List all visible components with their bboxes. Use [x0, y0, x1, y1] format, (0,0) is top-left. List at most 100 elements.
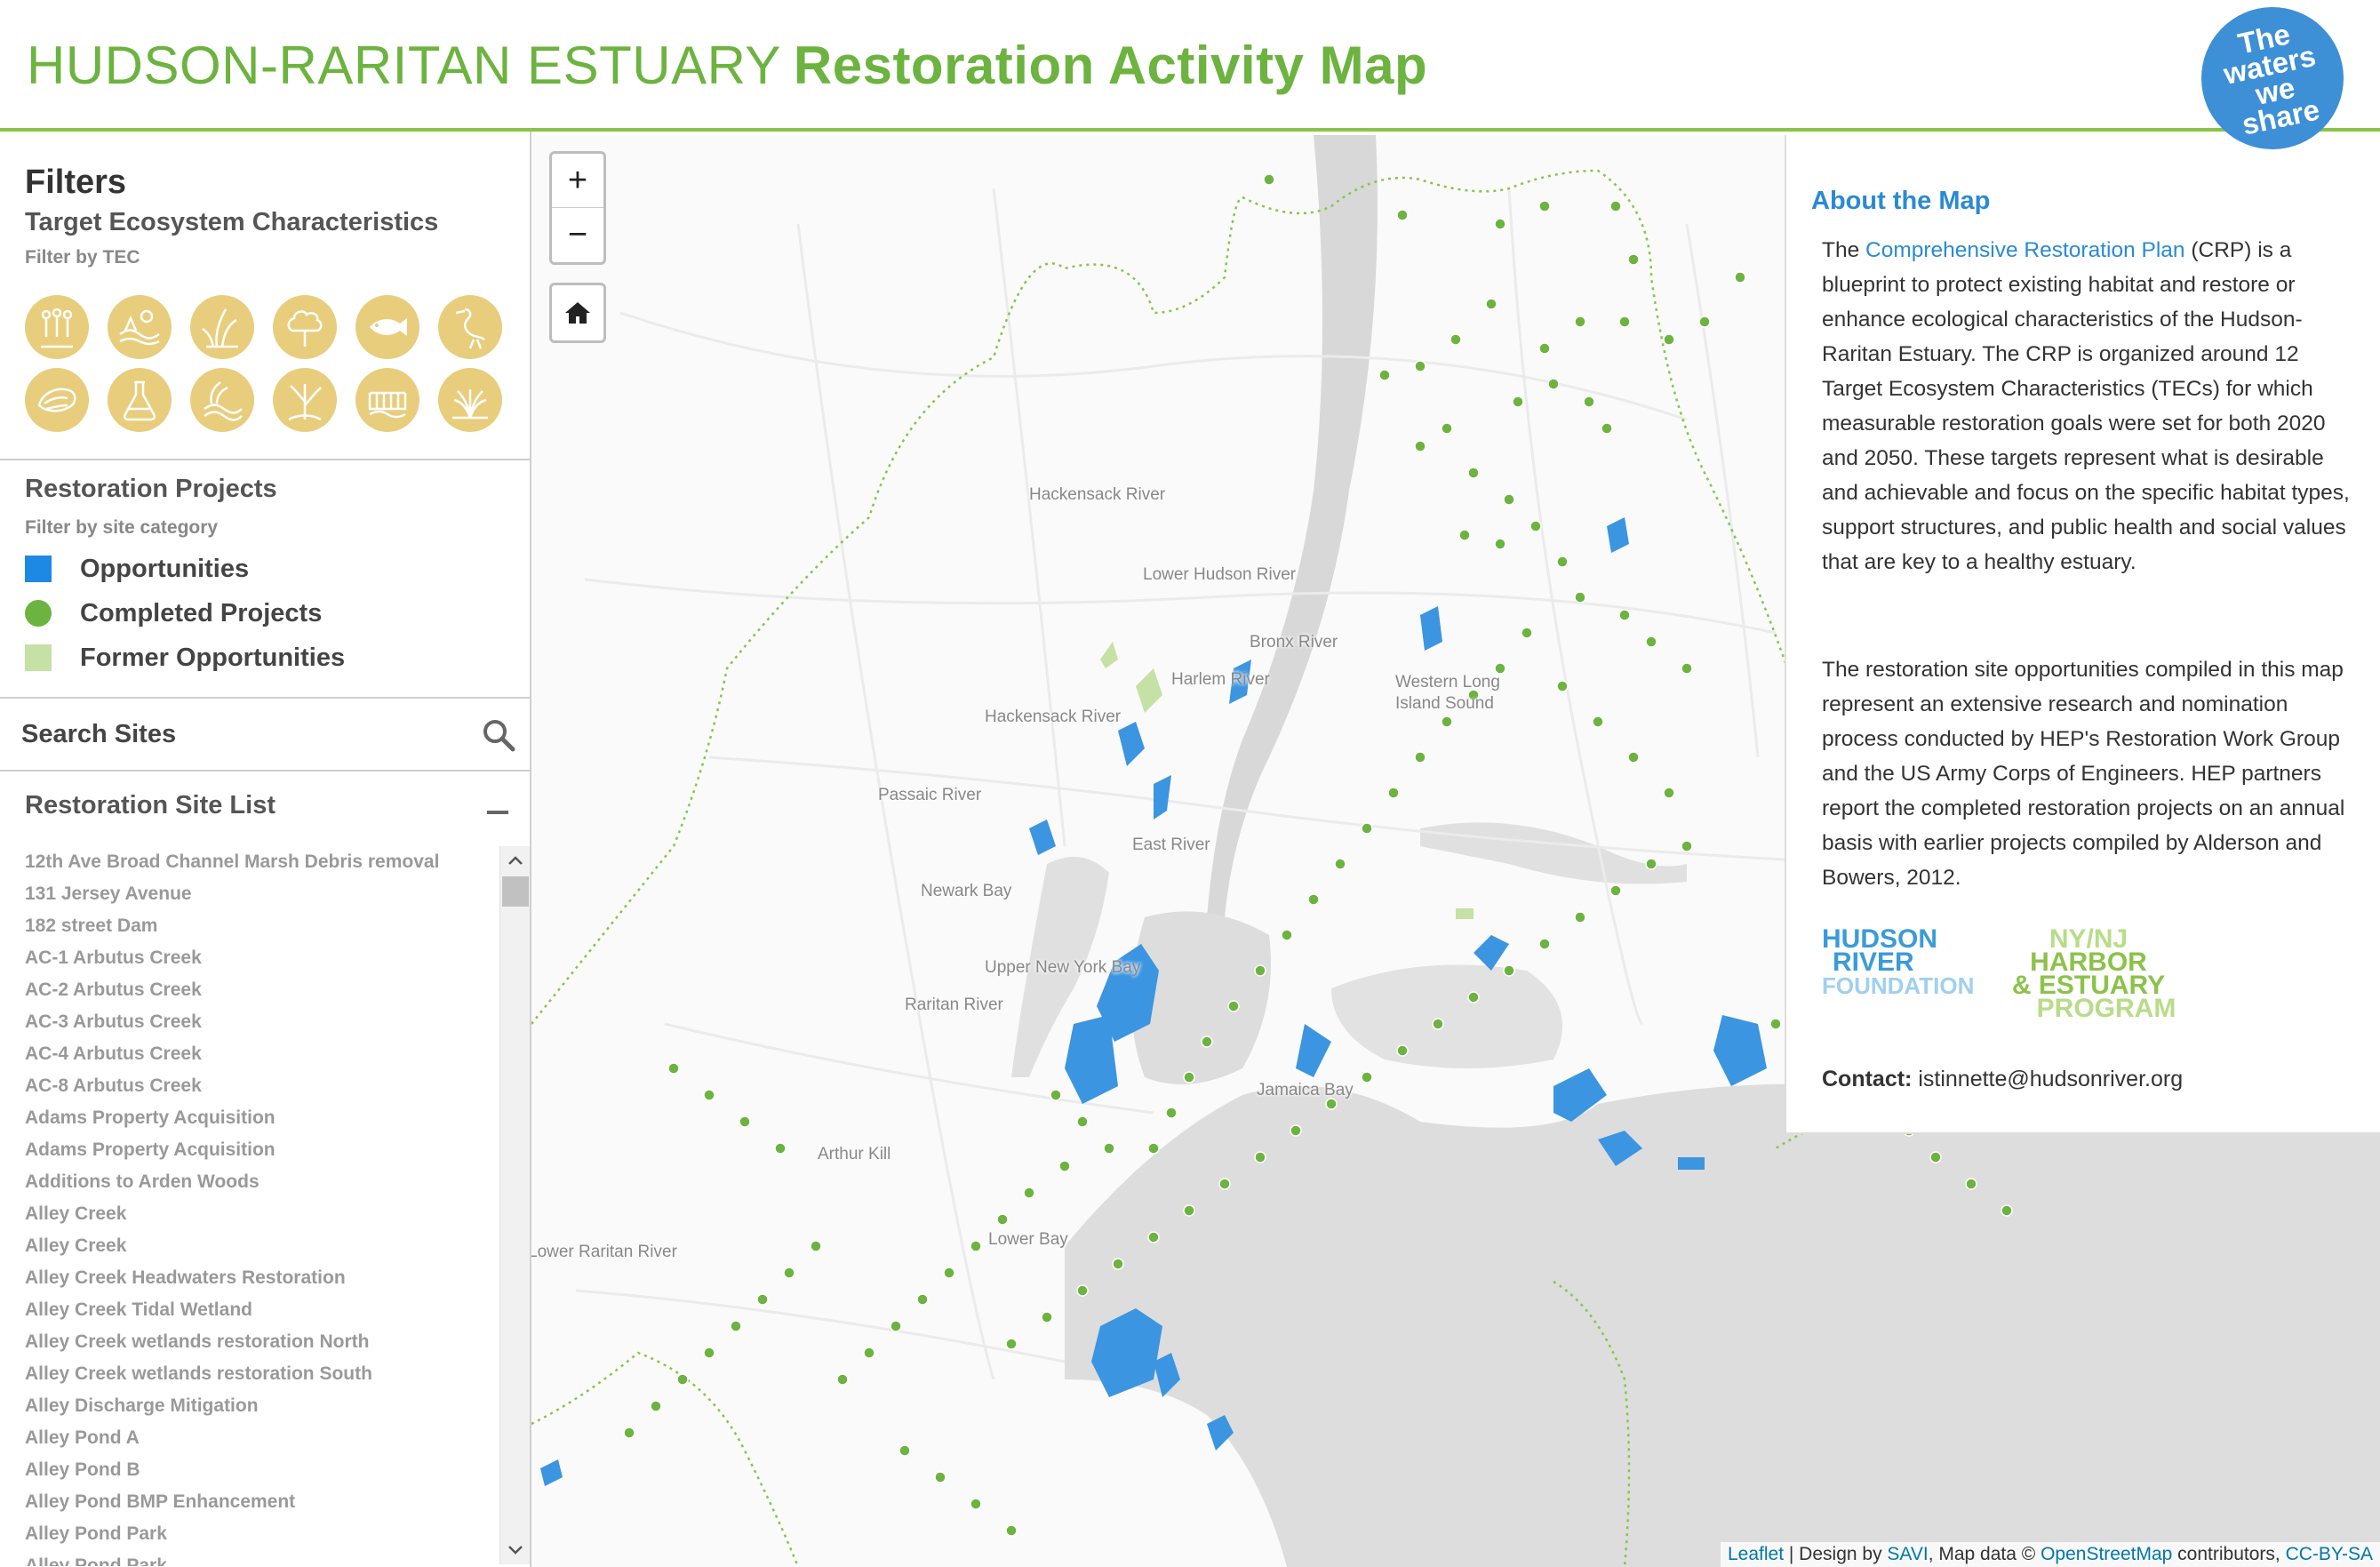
map-label: Lower Hudson River	[1143, 565, 1297, 584]
map-label: Newark Bay	[921, 882, 1012, 900]
leaflet-link[interactable]: Leaflet	[1728, 1544, 1784, 1564]
scroll-up-arrow-icon[interactable]	[500, 846, 530, 875]
site-list-item[interactable]: 182 street Dam	[25, 910, 496, 942]
site-list-item[interactable]: Alley Creek wetlands restoration South	[25, 1358, 496, 1390]
site-list-item[interactable]: Alley Pond BMP Enhancement	[25, 1486, 496, 1518]
site-list-item[interactable]: Alley Creek	[25, 1198, 496, 1230]
license-link[interactable]: CC-BY-SA	[2286, 1544, 2373, 1564]
site-list-item[interactable]: Additions to Arden Woods	[25, 1166, 496, 1198]
scroll-thumb[interactable]	[502, 876, 529, 907]
legend-label: Former Opportunities	[80, 643, 346, 672]
osm-link[interactable]: OpenStreetMap	[2041, 1544, 2172, 1564]
site-list-item[interactable]: Alley Pond Park	[25, 1550, 496, 1566]
page-title-light: HUDSON-RARITAN ESTUARY	[27, 36, 781, 95]
map-label: Bronx River	[1250, 633, 1338, 652]
fish-icon[interactable]	[355, 295, 419, 359]
logo-line: PROGRAM	[2036, 994, 2176, 1023]
restoration-projects-subtitle: Filter by site category	[25, 517, 219, 538]
page-title: HUDSON-RARITAN ESTUARY Restoration Activi…	[27, 34, 1427, 98]
map-label: Harlem River	[1171, 670, 1270, 689]
collapse-list-button[interactable]	[487, 811, 508, 814]
legend-completed-projects[interactable]: Completed Projects	[25, 597, 322, 629]
tec-subtitle: Filter by TEC	[25, 247, 140, 268]
site-list-item[interactable]: Alley Pond B	[25, 1454, 496, 1486]
bulkhead-shoreline-icon[interactable]	[355, 368, 419, 432]
heron-bird-icon[interactable]	[438, 295, 502, 359]
map-label: Arthur Kill	[818, 1145, 891, 1163]
site-list-title: Restoration Site List	[25, 791, 276, 819]
tec-filter-grid	[25, 295, 505, 432]
attribution-text: | Design by	[1784, 1544, 1888, 1564]
search-input[interactable]	[20, 709, 467, 759]
site-list-item[interactable]: 12th Ave Broad Channel Marsh Debris remo…	[25, 846, 496, 878]
contact: Contact: istinnette@hudsonriver.org	[1822, 1067, 2183, 1092]
legend-label: Opportunities	[80, 554, 250, 583]
zoom-in-button[interactable]: +	[552, 154, 603, 208]
site-list-item[interactable]: 131 Jersey Avenue	[25, 878, 496, 910]
zoom-control: + −	[549, 151, 606, 265]
coastal-habitat-icon[interactable]	[273, 368, 337, 432]
flask-icon[interactable]	[108, 368, 172, 432]
filters-sidebar: Filters Target Ecosystem Characteristics…	[0, 132, 531, 1567]
people-icon[interactable]	[25, 295, 89, 359]
wetland-grass-icon[interactable]	[190, 295, 254, 359]
eelgrass-icon[interactable]	[438, 368, 502, 432]
about-paragraph: The restoration site opportunities compi…	[1822, 658, 2345, 890]
crp-link[interactable]: Comprehensive Restoration Plan	[1865, 238, 2185, 262]
scroll-down-arrow-icon[interactable]	[500, 1536, 530, 1564]
completed-projects-swatch	[25, 600, 52, 627]
site-list-item[interactable]: Alley Creek wetlands restoration North	[25, 1326, 496, 1358]
map-label: Passaic River	[878, 786, 982, 804]
contact-label: Contact:	[1822, 1067, 1913, 1091]
oyster-icon[interactable]	[25, 368, 89, 432]
home-button[interactable]	[549, 283, 606, 343]
search-box	[0, 699, 530, 770]
attribution-text: contributors,	[2172, 1544, 2286, 1564]
hudson-river-foundation-logo: HUDSON RIVER FOUNDATION	[1822, 926, 1982, 999]
map-label: Upper New York Bay	[985, 958, 1141, 977]
map-attribution: Leaflet | Design by SAVI, Map data © Ope…	[1721, 1542, 2380, 1567]
search-icon[interactable]	[482, 718, 515, 752]
map-label: Lower Raritan River	[531, 1243, 677, 1261]
map-label: Jamaica Bay	[1257, 1081, 1354, 1099]
about-title: About the Map	[1811, 187, 1991, 215]
divider	[0, 459, 530, 460]
legend-opportunities[interactable]: Opportunities	[25, 553, 249, 585]
contact-email[interactable]: istinnette@hudsonriver.org	[1918, 1067, 2183, 1091]
site-list-item[interactable]: AC-8 Arbutus Creek	[25, 1070, 496, 1102]
site-list-item[interactable]: AC-1 Arbutus Creek	[25, 942, 496, 974]
map-label: East River	[1132, 835, 1210, 854]
about-paragraph: The Comprehensive Restoration Plan (CRP)…	[1822, 233, 2355, 580]
former-opportunities-swatch	[25, 644, 52, 671]
site-list-item[interactable]: Alley Pond A	[25, 1422, 496, 1454]
header: HUDSON-RARITAN ESTUARY Restoration Activi…	[0, 0, 2380, 132]
site-list-item[interactable]: Adams Property Acquisition	[25, 1102, 496, 1134]
waves-icon[interactable]	[190, 368, 254, 432]
site-list-item[interactable]: Adams Property Acquisition	[25, 1134, 496, 1166]
site-list-item[interactable]: Alley Pond Park	[25, 1518, 496, 1550]
map-label: Hackensack River	[985, 708, 1122, 726]
map-label: Raritan River	[905, 995, 1003, 1014]
site-list: 12th Ave Broad Channel Marsh Debris remo…	[25, 846, 496, 1566]
harbor-estuary-program-logo: NY/NJ HARBOR & ESTUARY PROGRAM	[2000, 926, 2177, 1023]
legend-former-opportunities[interactable]: Former Opportunities	[25, 642, 345, 674]
site-list-scrollbar[interactable]	[499, 846, 530, 1564]
zoom-out-button[interactable]: −	[552, 208, 603, 261]
page-title-bold: Restoration Activity Map	[793, 36, 1428, 95]
home-icon	[565, 302, 590, 324]
site-list-item[interactable]: Alley Creek Headwaters Restoration	[25, 1262, 496, 1294]
site-list-item[interactable]: AC-2 Arbutus Creek	[25, 974, 496, 1006]
shore-icon[interactable]	[108, 295, 172, 359]
site-list-item[interactable]: Alley Creek	[25, 1230, 496, 1262]
logo-line: FOUNDATION	[1822, 972, 1975, 999]
site-list-item[interactable]: Alley Discharge Mitigation	[25, 1390, 496, 1422]
about-text: The	[1822, 238, 1866, 262]
tree-icon[interactable]	[273, 295, 337, 359]
savi-link[interactable]: SAVI	[1887, 1544, 1928, 1564]
map-label: Western Long Island Sound	[1395, 673, 1500, 713]
site-list-item[interactable]: AC-3 Arbutus Creek	[25, 1006, 496, 1038]
site-list-item[interactable]: Alley Creek Tidal Wetland	[25, 1294, 496, 1326]
about-text: (CRP) is a blueprint to protect existing…	[1822, 238, 2350, 574]
divider	[0, 770, 530, 772]
site-list-item[interactable]: AC-4 Arbutus Creek	[25, 1038, 496, 1070]
